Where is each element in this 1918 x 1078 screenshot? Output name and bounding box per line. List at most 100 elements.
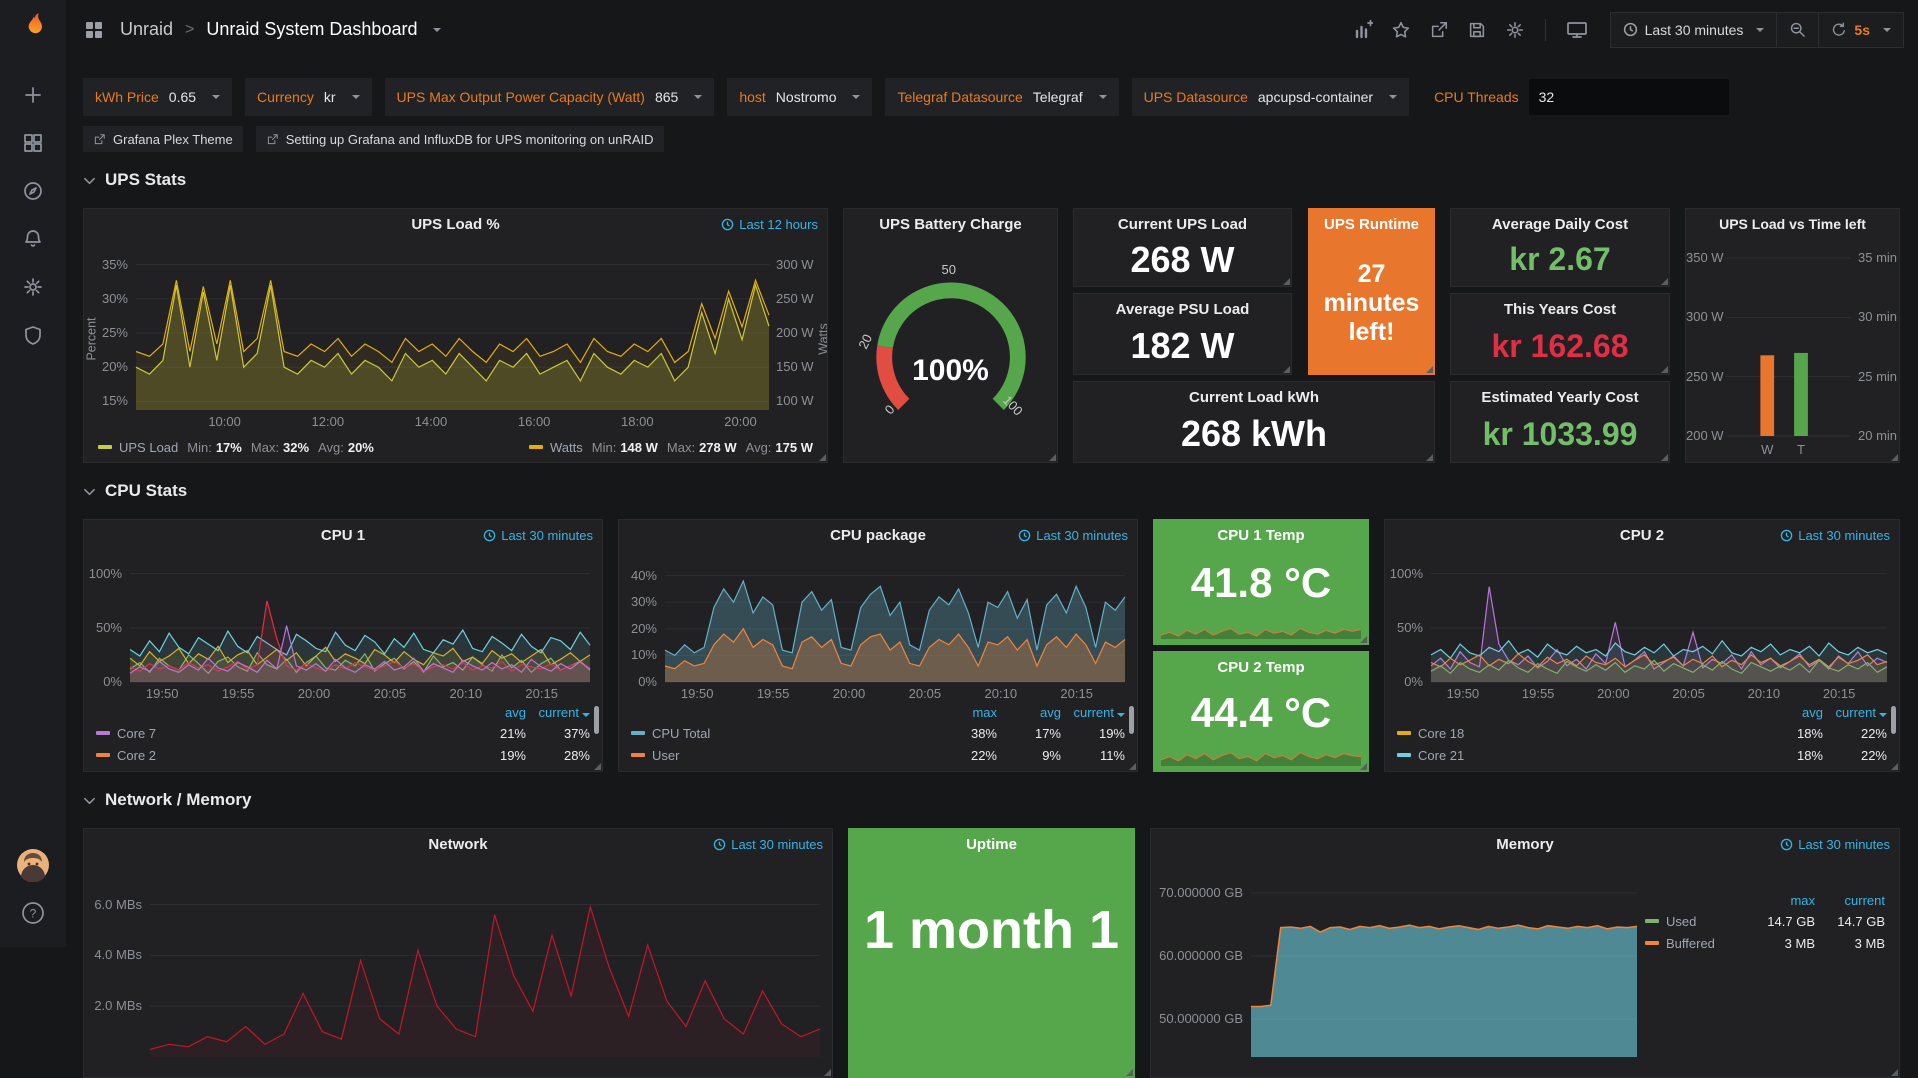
legend-scrollbar[interactable]	[1891, 706, 1896, 734]
series-name[interactable]: Core 7	[117, 726, 156, 741]
panel-timespan[interactable]: Last 30 minutes	[483, 528, 593, 543]
panel-title[interactable]: Estimated Yearly Cost	[1481, 389, 1638, 406]
panel-title[interactable]: Average PSU Load	[1116, 301, 1250, 318]
sidebar-configuration-button[interactable]	[0, 263, 66, 311]
chevron-down-icon	[852, 95, 860, 99]
help-button[interactable]: ?	[0, 889, 66, 937]
breadcrumb-app[interactable]: Unraid	[120, 19, 173, 40]
ups-load-chart[interactable]: 15%20%25%30%35%100 W150 W200 W250 W300 W…	[84, 246, 827, 432]
panel-title[interactable]: UPS Runtime	[1324, 216, 1419, 233]
panel-title[interactable]: Current Load kWh	[1189, 389, 1319, 406]
series-name[interactable]: Core 18	[1418, 726, 1464, 741]
user-avatar[interactable]	[0, 841, 66, 889]
variable-value[interactable]: 0.65	[169, 89, 196, 105]
panel-timespan[interactable]: Last 12 hours	[721, 217, 818, 232]
time-range-picker[interactable]: Last 30 minutes	[1610, 12, 1778, 48]
legend: max current Used 14.7 GB14.7 GB Buffered	[1645, 866, 1899, 1077]
grafana-logo[interactable]	[18, 12, 48, 45]
axis-tick: 6.0 MBs	[84, 897, 142, 912]
series-name[interactable]: Watts	[550, 440, 583, 455]
legend-header[interactable]: avg current	[96, 702, 590, 722]
chevron-down-icon[interactable]	[433, 28, 441, 32]
sidebar-create-button[interactable]	[0, 71, 66, 119]
legend-header[interactable]: max current	[1645, 890, 1885, 910]
cpu1-chart[interactable]: 0%50%100%19:5019:5520:0020:0520:1020:15	[84, 557, 602, 702]
ups-vs-time-chart[interactable]: 200 W250 W300 W350 W20 min25 min30 min35…	[1686, 246, 1899, 462]
axis-tick: 150 W	[776, 359, 814, 374]
stat-value: 182 W	[1130, 318, 1234, 374]
cpu2-chart[interactable]: 0%50%100%19:5019:5520:0020:0520:1020:15	[1385, 557, 1899, 702]
panel-title[interactable]: UPS Load vs Time left	[1686, 216, 1899, 232]
gear-icon	[22, 276, 44, 298]
panel-title[interactable]: UPS Battery Charge	[844, 216, 1057, 233]
save-dashboard-button[interactable]	[1461, 14, 1493, 46]
star-dashboard-button[interactable]	[1385, 14, 1417, 46]
variable-host[interactable]: host Nostromo	[727, 78, 872, 116]
dashboard-settings-button[interactable]	[1499, 14, 1531, 46]
panel-title[interactable]: Uptime	[966, 836, 1017, 853]
legend-scrollbar[interactable]	[1129, 706, 1134, 734]
refresh-button[interactable]: 5s	[1819, 12, 1904, 48]
legend-header[interactable]: avg current	[1397, 702, 1887, 722]
variable-currency[interactable]: Currency kr	[245, 78, 371, 116]
series-name[interactable]: Used	[1666, 914, 1696, 929]
variable-value[interactable]: Nostromo	[776, 89, 837, 105]
panel-title[interactable]: CPU 2 Temp	[1217, 659, 1304, 676]
series-name[interactable]: Core 2	[117, 748, 156, 763]
panel-title[interactable]: This Years Cost	[1504, 301, 1616, 318]
network-chart[interactable]: 2.0 MBs4.0 MBs6.0 MBs	[84, 866, 832, 1077]
share-dashboard-button[interactable]	[1423, 14, 1455, 46]
series-name[interactable]: CPU Total	[652, 726, 710, 741]
legend-row: User 22%9%11%	[631, 744, 1125, 766]
sidebar-alerting-button[interactable]	[0, 215, 66, 263]
chevron-down-icon	[83, 485, 96, 498]
panel-timespan[interactable]: Last 30 minutes	[1018, 528, 1128, 543]
zoom-out-button[interactable]	[1777, 12, 1819, 48]
variable-ups-max-power[interactable]: UPS Max Output Power Capacity (Watt) 865	[385, 78, 715, 116]
page-title[interactable]: Unraid System Dashboard	[206, 19, 417, 40]
variable-value[interactable]: apcupsd-container	[1258, 89, 1373, 105]
sidebar-explore-button[interactable]	[0, 167, 66, 215]
link-ups-monitoring-guide[interactable]: Setting up Grafana and InfluxDB for UPS …	[256, 126, 664, 152]
panel-timespan[interactable]: Last 30 minutes	[1780, 528, 1890, 543]
link-label: Setting up Grafana and InfluxDB for UPS …	[286, 132, 654, 147]
legend-item: UPS Load Min:17% Max:32% Avg:20%	[98, 440, 374, 455]
sidebar-admin-button[interactable]	[0, 311, 66, 359]
panel-title[interactable]: UPS Load %	[84, 216, 827, 233]
row-ups-stats[interactable]: UPS Stats	[83, 152, 1901, 208]
series-name[interactable]: Buffered	[1666, 936, 1715, 951]
series-name[interactable]: User	[652, 748, 679, 763]
panel-timespan[interactable]: Last 30 minutes	[1780, 837, 1890, 852]
dashboard-picker-button[interactable]	[78, 14, 110, 46]
series-name[interactable]: UPS Load	[119, 440, 178, 455]
variable-value[interactable]: Telegraf	[1033, 89, 1083, 105]
variable-telegraf-datasource[interactable]: Telegraf Datasource Telegraf	[885, 78, 1118, 116]
sidebar-dashboards-button[interactable]	[0, 119, 66, 167]
cpu-threads-input[interactable]	[1529, 79, 1729, 115]
row-cpu-stats[interactable]: CPU Stats	[83, 463, 1901, 519]
panel-title[interactable]: Current UPS Load	[1118, 216, 1247, 233]
variable-ups-datasource[interactable]: UPS Datasource apcupsd-container	[1132, 78, 1409, 116]
series-name[interactable]: Core 21	[1418, 748, 1464, 763]
row-network-memory[interactable]: Network / Memory	[83, 772, 1901, 828]
main-area: Unraid > Unraid System Dashboard	[66, 0, 1918, 947]
clock-icon	[483, 529, 496, 542]
cpu-package-chart[interactable]: 0%10%20%30%40%19:5019:5520:0020:0520:102…	[619, 557, 1137, 702]
variable-value[interactable]: kr	[324, 89, 336, 105]
panel-timespan[interactable]: Last 30 minutes	[713, 837, 823, 852]
panel-title[interactable]: Average Daily Cost	[1492, 216, 1628, 233]
variable-kwh-price[interactable]: kWh Price 0.65	[83, 78, 232, 116]
memory-chart[interactable]: 50.000000 GB60.000000 GB70.000000 GB	[1151, 866, 1645, 1077]
panel-estimated-yearly-cost: Estimated Yearly Cost kr 1033.99	[1450, 381, 1670, 463]
tv-mode-button[interactable]	[1560, 13, 1594, 47]
chevron-down-icon	[1756, 28, 1764, 32]
add-panel-button[interactable]	[1347, 14, 1379, 46]
legend-scrollbar[interactable]	[594, 706, 599, 734]
panel-title[interactable]: CPU 1 Temp	[1217, 527, 1304, 544]
legend-header[interactable]: max avg current	[631, 702, 1125, 722]
variable-value[interactable]: 865	[655, 89, 678, 105]
legend-row: Used 14.7 GB14.7 GB	[1645, 910, 1885, 932]
navbar: Unraid > Unraid System Dashboard	[66, 0, 1918, 59]
battery-gauge[interactable]: 100% 0 20 50 100	[856, 260, 1046, 438]
link-grafana-plex-theme[interactable]: Grafana Plex Theme	[83, 126, 243, 152]
